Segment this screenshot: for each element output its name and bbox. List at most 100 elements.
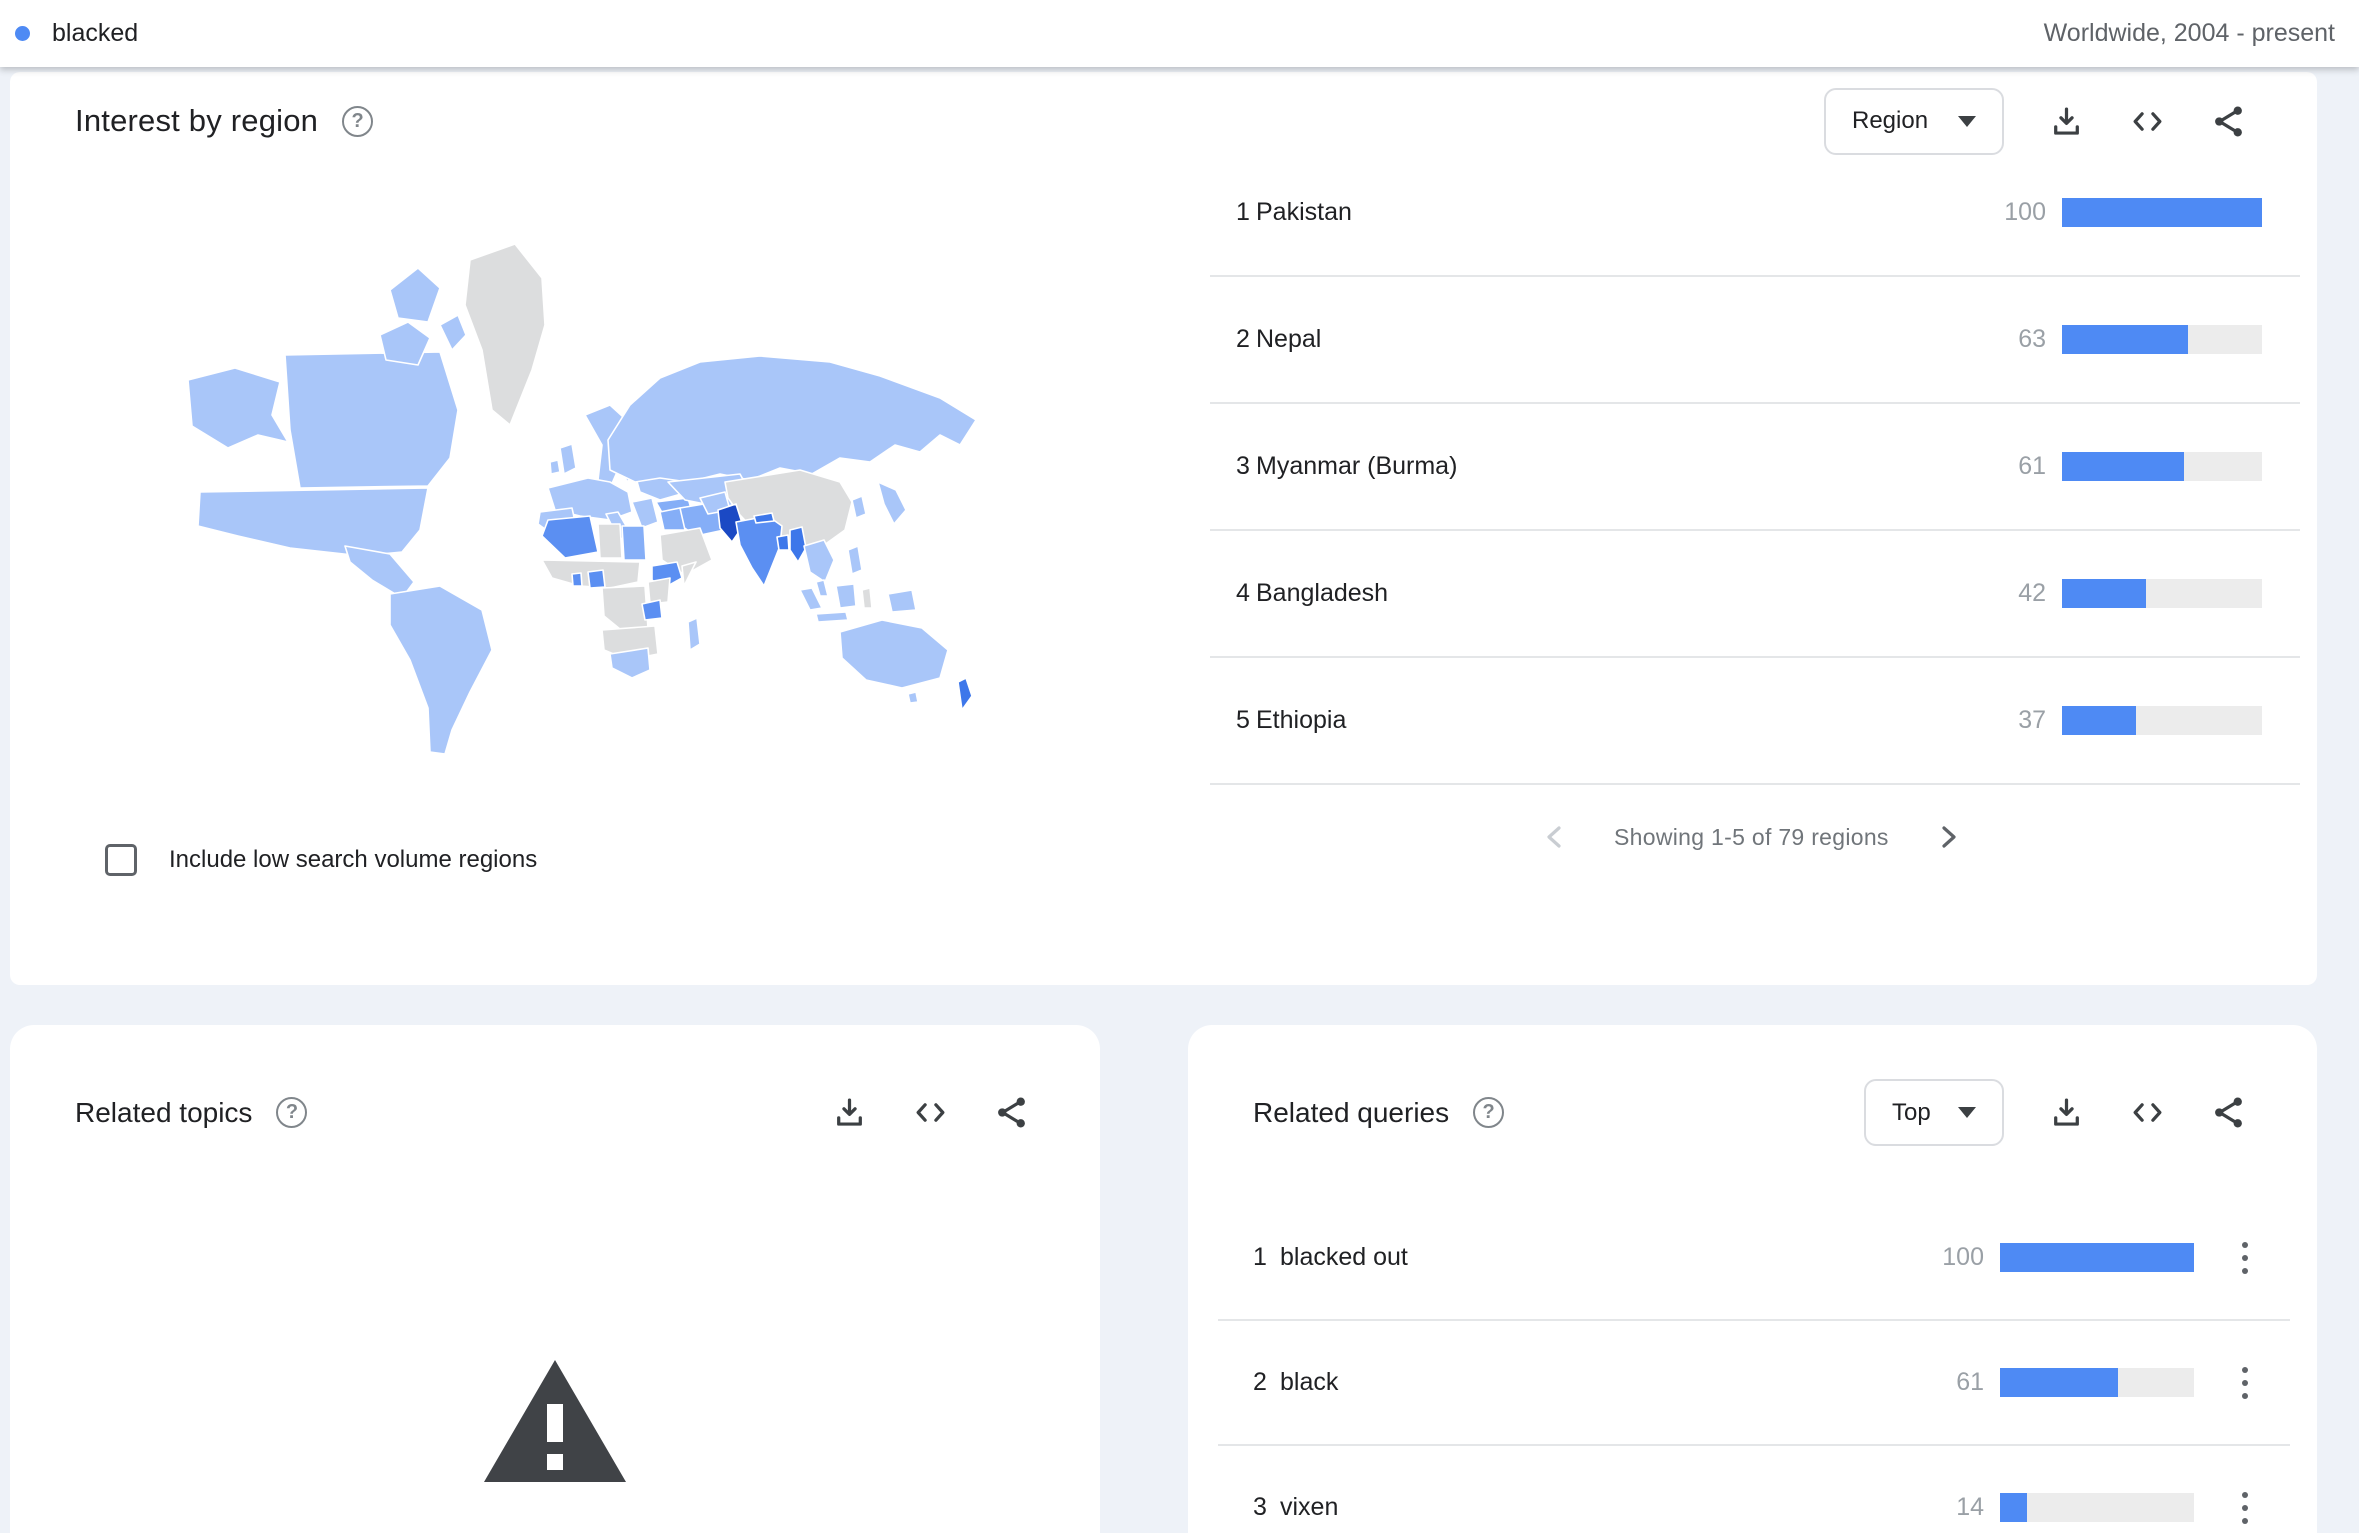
rank: 2 (1218, 1368, 1280, 1397)
region-value: 42 (1976, 579, 2046, 608)
region-row: 4 Bangladesh 42 (1210, 531, 2300, 658)
download-icon (831, 1094, 868, 1131)
map-usa (198, 488, 428, 556)
scope-label: Worldwide, 2004 - present (2044, 19, 2335, 48)
rank: 3 (1218, 1493, 1280, 1522)
query-name[interactable]: vixen (1280, 1493, 1338, 1522)
region-value: 61 (1976, 452, 2046, 481)
region-row: 5 Ethiopia 37 (1210, 658, 2300, 785)
share-icon (993, 1094, 1030, 1131)
map-tanzania (642, 600, 662, 620)
region-name: Nepal (1256, 325, 1321, 354)
region-metric-dropdown[interactable]: Region (1824, 88, 2004, 155)
rank: 4 (1210, 579, 1256, 608)
map-philippines (848, 546, 862, 574)
search-term: blacked (15, 19, 138, 48)
map-canada (285, 352, 458, 488)
value-bar (2000, 1493, 2194, 1522)
term-label: blacked (52, 19, 138, 48)
map-greenland (465, 244, 545, 425)
map-japan (878, 482, 906, 524)
query-list: 1 blacked out 100 2 black 61 3 vixen 14 (1218, 1196, 2290, 1533)
share-icon (2210, 1094, 2247, 1131)
warning-icon (480, 1355, 630, 1487)
map-myanmar (790, 527, 806, 562)
map-south-america (390, 586, 492, 754)
low-volume-checkbox-row[interactable]: Include low search volume regions (105, 844, 537, 876)
section-title: Interest by region (75, 103, 318, 139)
more-options-icon[interactable] (2236, 1486, 2254, 1530)
map-algeria (542, 516, 598, 558)
dropdown-value: Top (1892, 1099, 1931, 1127)
embed-icon (2129, 1094, 2166, 1131)
map-south-africa (610, 648, 650, 678)
rank: 3 (1210, 452, 1256, 481)
query-value: 61 (1914, 1368, 1984, 1397)
help-icon[interactable]: ? (1473, 1097, 1504, 1128)
error-state (480, 1355, 630, 1487)
map-nigeria (588, 570, 605, 588)
rank: 1 (1210, 198, 1256, 227)
embed-button[interactable] (2129, 1094, 2166, 1131)
rank: 1 (1218, 1243, 1280, 1272)
prev-page-icon (1538, 820, 1572, 854)
share-button[interactable] (2210, 103, 2247, 140)
region-name: Bangladesh (1256, 579, 1388, 608)
download-button[interactable] (831, 1094, 868, 1131)
region-list: 1 Pakistan 100 2 Nepal 63 3 Myanmar (Bur… (1210, 150, 2300, 785)
query-value: 14 (1914, 1493, 1984, 1522)
map-indochina (804, 540, 834, 582)
map-australia (840, 620, 948, 688)
rank: 5 (1210, 706, 1256, 735)
map-bangladesh (777, 535, 789, 550)
query-row[interactable]: 1 blacked out 100 (1218, 1196, 2290, 1321)
share-button[interactable] (993, 1094, 1030, 1131)
region-row: 3 Myanmar (Burma) 61 (1210, 404, 2300, 531)
help-icon[interactable]: ? (276, 1097, 307, 1128)
chevron-down-icon (1958, 1107, 1976, 1118)
region-value: 37 (1976, 706, 2046, 735)
checkbox-label: Include low search volume regions (169, 846, 537, 874)
region-value: 100 (1976, 198, 2046, 227)
related-queries-card: Related queries ? Top (1188, 1025, 2317, 1533)
more-options-icon[interactable] (2236, 1361, 2254, 1405)
map-india (736, 516, 782, 586)
map-ghana (572, 573, 582, 586)
share-button[interactable] (2210, 1094, 2247, 1131)
embed-button[interactable] (912, 1094, 949, 1131)
region-pagination: Showing 1-5 of 79 regions (1538, 820, 1965, 854)
map-madagascar (688, 618, 700, 650)
map-libya (598, 524, 622, 558)
checkbox-unchecked-icon[interactable] (105, 844, 137, 876)
value-bar (2062, 452, 2262, 481)
query-value: 100 (1914, 1243, 1984, 1272)
next-page-icon[interactable] (1931, 820, 1965, 854)
region-name: Myanmar (Burma) (1256, 452, 1457, 481)
map-egypt (622, 526, 646, 560)
section-title: Related topics (75, 1097, 252, 1129)
map-alaska (188, 368, 288, 448)
chevron-down-icon (1958, 116, 1976, 127)
download-icon (2048, 1094, 2085, 1131)
map-mexico (345, 546, 414, 598)
query-row[interactable]: 2 black 61 (1218, 1321, 2290, 1446)
value-bar (2000, 1368, 2194, 1397)
query-sort-dropdown[interactable]: Top (1864, 1079, 2004, 1146)
share-icon (2210, 103, 2247, 140)
section-title: Related queries (1253, 1097, 1449, 1129)
query-row[interactable]: 3 vixen 14 (1218, 1446, 2290, 1533)
region-name: Ethiopia (1256, 706, 1346, 735)
help-icon[interactable]: ? (342, 106, 373, 137)
world-map[interactable] (140, 230, 1020, 770)
world-map-svg (140, 230, 1020, 770)
dropdown-value: Region (1852, 107, 1928, 135)
embed-button[interactable] (2129, 103, 2166, 140)
more-options-icon[interactable] (2236, 1236, 2254, 1280)
term-header: blacked Worldwide, 2004 - present (0, 0, 2359, 67)
embed-icon (2129, 103, 2166, 140)
download-button[interactable] (2048, 1094, 2085, 1131)
query-name[interactable]: blacked out (1280, 1243, 1408, 1272)
interest-by-region-card: Interest by region ? Region (10, 72, 2317, 985)
download-button[interactable] (2048, 103, 2085, 140)
query-name[interactable]: black (1280, 1368, 1338, 1397)
